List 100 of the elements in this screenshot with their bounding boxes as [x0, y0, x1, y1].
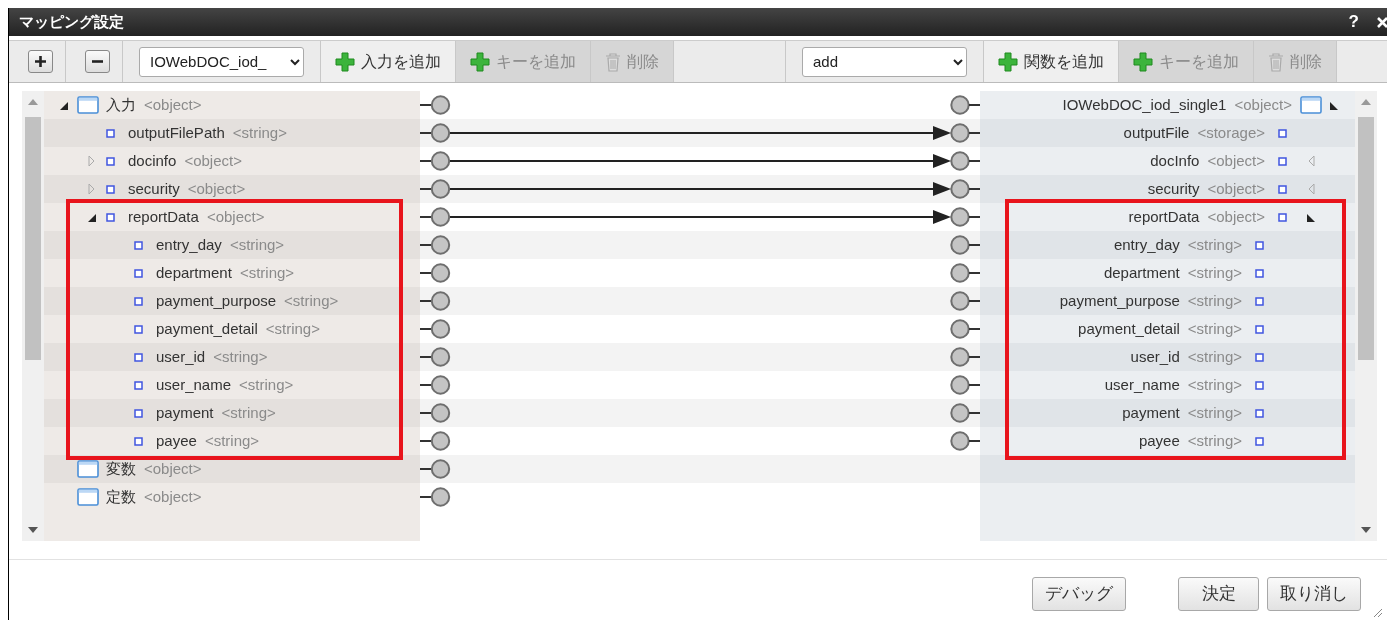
node-name[interactable]: user_id [156, 345, 206, 369]
node-name[interactable]: payment_purpose [1059, 289, 1180, 313]
port-node[interactable] [420, 487, 451, 507]
mapping-arrow[interactable] [449, 210, 951, 224]
node-name[interactable]: security [1147, 177, 1200, 201]
field-icon [134, 408, 143, 418]
port-node[interactable] [420, 431, 451, 451]
node-type: <storage> [1197, 122, 1265, 143]
plus-icon [470, 51, 490, 72]
dropdown[interactable]: IOWebDOC_iod_ [139, 46, 304, 77]
port-node[interactable] [420, 347, 451, 367]
field-icon [106, 156, 115, 166]
node-name[interactable]: security [128, 177, 180, 201]
node-type: <string> [213, 346, 268, 367]
node-name[interactable]: entry_day [1113, 233, 1180, 257]
port-node[interactable] [420, 459, 451, 479]
node-name[interactable]: outputFile [1123, 121, 1190, 145]
node-type: <string> [1187, 374, 1242, 395]
port-node[interactable] [420, 403, 451, 423]
scrollbar-thumb[interactable] [1358, 117, 1374, 360]
field-icon [106, 184, 115, 194]
port-node[interactable] [420, 95, 451, 115]
node-type: <string> [1187, 430, 1242, 451]
port-node[interactable] [950, 179, 980, 199]
node-type: <string> [284, 290, 339, 311]
node-name[interactable]: entry_day [156, 233, 222, 257]
port-node[interactable] [420, 179, 451, 199]
node-name[interactable]: docinfo [128, 149, 177, 173]
port-node[interactable] [420, 291, 451, 311]
caret-icon[interactable] [1329, 100, 1339, 110]
node-type: <object> [144, 94, 202, 115]
port-node[interactable] [420, 235, 451, 255]
port-node[interactable] [420, 207, 451, 227]
scroll-down-icon[interactable] [28, 527, 38, 533]
caret-icon[interactable] [58, 100, 68, 110]
node-name[interactable]: reportData [128, 205, 199, 229]
minus-button[interactable] [85, 50, 110, 73]
resize-grip-icon[interactable] [1371, 606, 1383, 618]
node-name[interactable]: payment [156, 401, 214, 425]
dialog-button[interactable]: 取り消し [1267, 577, 1361, 611]
dialog-button[interactable]: デバッグ [1032, 577, 1126, 611]
node-name[interactable]: 入力 [106, 93, 136, 117]
node-name[interactable]: payee [1138, 429, 1180, 453]
port-node[interactable] [950, 347, 980, 367]
close-icon[interactable] [1377, 16, 1387, 28]
window-icon [77, 96, 99, 114]
port-node[interactable] [420, 375, 451, 395]
port-node[interactable] [420, 319, 451, 339]
port-node[interactable] [950, 123, 980, 143]
port-node[interactable] [420, 263, 451, 283]
toolbar-button[interactable]: 関数を追加 [984, 41, 1119, 82]
node-name[interactable]: payee [156, 429, 197, 453]
node-name[interactable]: payment_purpose [156, 289, 277, 313]
port-node[interactable] [950, 291, 980, 311]
port-node[interactable] [950, 207, 980, 227]
port-node[interactable] [950, 431, 980, 451]
node-name[interactable]: IOWebDOC_iod_single1 [1062, 93, 1227, 117]
node-name[interactable]: payment_detail [1078, 317, 1180, 341]
port-node[interactable] [950, 403, 980, 423]
mapping-arrow[interactable] [449, 126, 951, 140]
dropdown[interactable]: add [802, 46, 967, 77]
node-name[interactable]: 変数 [106, 457, 136, 481]
port-node[interactable] [420, 123, 451, 143]
field-icon [1278, 184, 1287, 194]
field-icon [106, 212, 115, 222]
node-name[interactable]: department [156, 261, 232, 285]
port-node[interactable] [950, 319, 980, 339]
mapping-arrow[interactable] [449, 154, 951, 168]
field-icon [1278, 128, 1287, 138]
node-name[interactable]: reportData [1128, 205, 1200, 229]
node-name[interactable]: payment_detail [156, 317, 258, 341]
port-node[interactable] [950, 375, 980, 395]
port-node[interactable] [420, 151, 451, 171]
port-node[interactable] [950, 235, 980, 255]
caret-icon[interactable] [1306, 212, 1316, 222]
help-button[interactable]: ? [1348, 9, 1359, 35]
caret-icon[interactable] [86, 212, 96, 222]
mapping-arrow[interactable] [449, 182, 951, 196]
dialog-button[interactable]: 決定 [1178, 577, 1259, 611]
scrollbar-thumb[interactable] [25, 117, 41, 360]
plus-button[interactable] [28, 50, 53, 73]
node-type: <string> [221, 402, 276, 423]
node-type: <string> [232, 122, 287, 143]
node-name[interactable]: docInfo [1150, 149, 1200, 173]
node-name[interactable]: payment [1122, 401, 1180, 425]
node-name[interactable]: user_name [1104, 373, 1180, 397]
field-icon [1255, 296, 1264, 306]
scrollbar[interactable] [22, 91, 44, 541]
port-node[interactable] [950, 263, 980, 283]
node-name[interactable]: user_name [156, 373, 232, 397]
node-name[interactable]: user_id [1130, 345, 1180, 369]
scroll-down-icon[interactable] [1361, 527, 1371, 533]
scrollbar[interactable] [1355, 91, 1377, 541]
node-name[interactable]: outputFilePath [128, 121, 225, 145]
port-node[interactable] [950, 95, 980, 115]
toolbar-button[interactable]: 入力を追加 [321, 41, 456, 82]
node-name[interactable]: department [1103, 261, 1180, 285]
window-icon [77, 460, 99, 478]
port-node[interactable] [950, 151, 980, 171]
node-name[interactable]: 定数 [106, 485, 136, 509]
